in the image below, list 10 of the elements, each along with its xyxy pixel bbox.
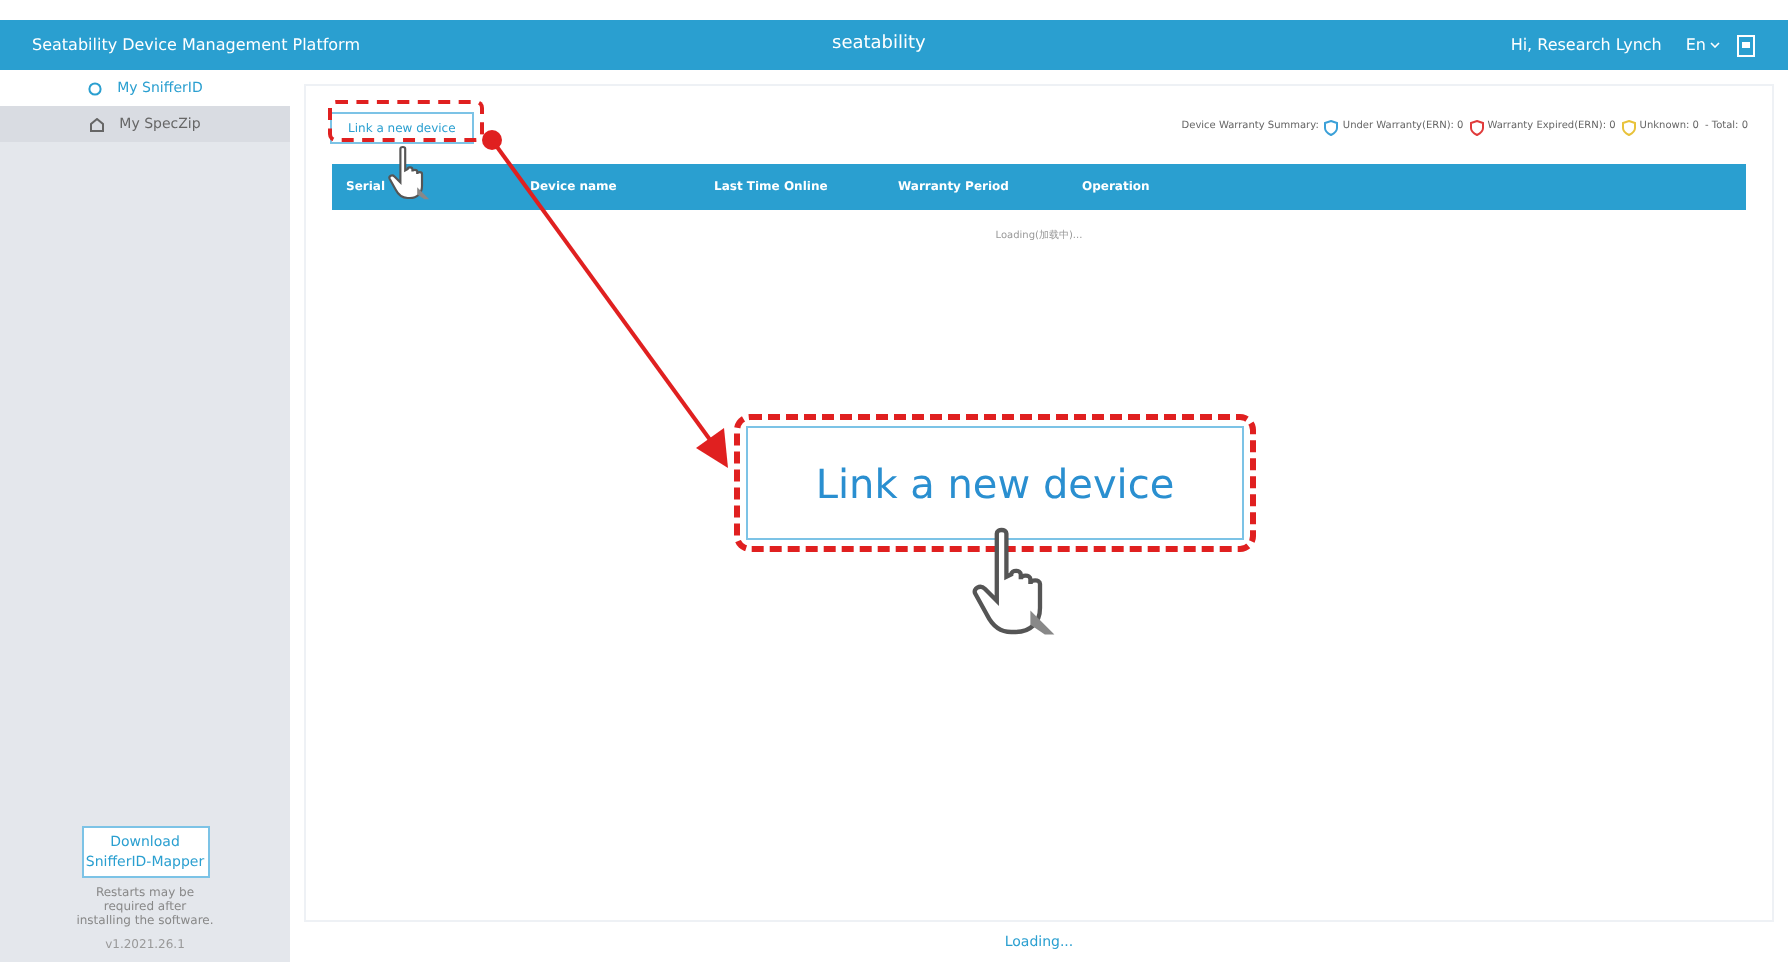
house-icon <box>89 117 104 131</box>
circle-icon <box>87 81 102 95</box>
hand-cursor-icon <box>386 144 434 204</box>
language-menu[interactable]: En <box>1685 33 1720 57</box>
user-name: Hi, Research Lynch <box>1510 33 1662 57</box>
callout-text: Link a new device <box>815 457 1175 511</box>
logout-icon[interactable] <box>1736 33 1756 57</box>
brand-name: seatability <box>832 31 926 58</box>
caret-icon <box>1710 42 1720 48</box>
app-title: Seatability Device Management Platform <box>32 33 362 57</box>
